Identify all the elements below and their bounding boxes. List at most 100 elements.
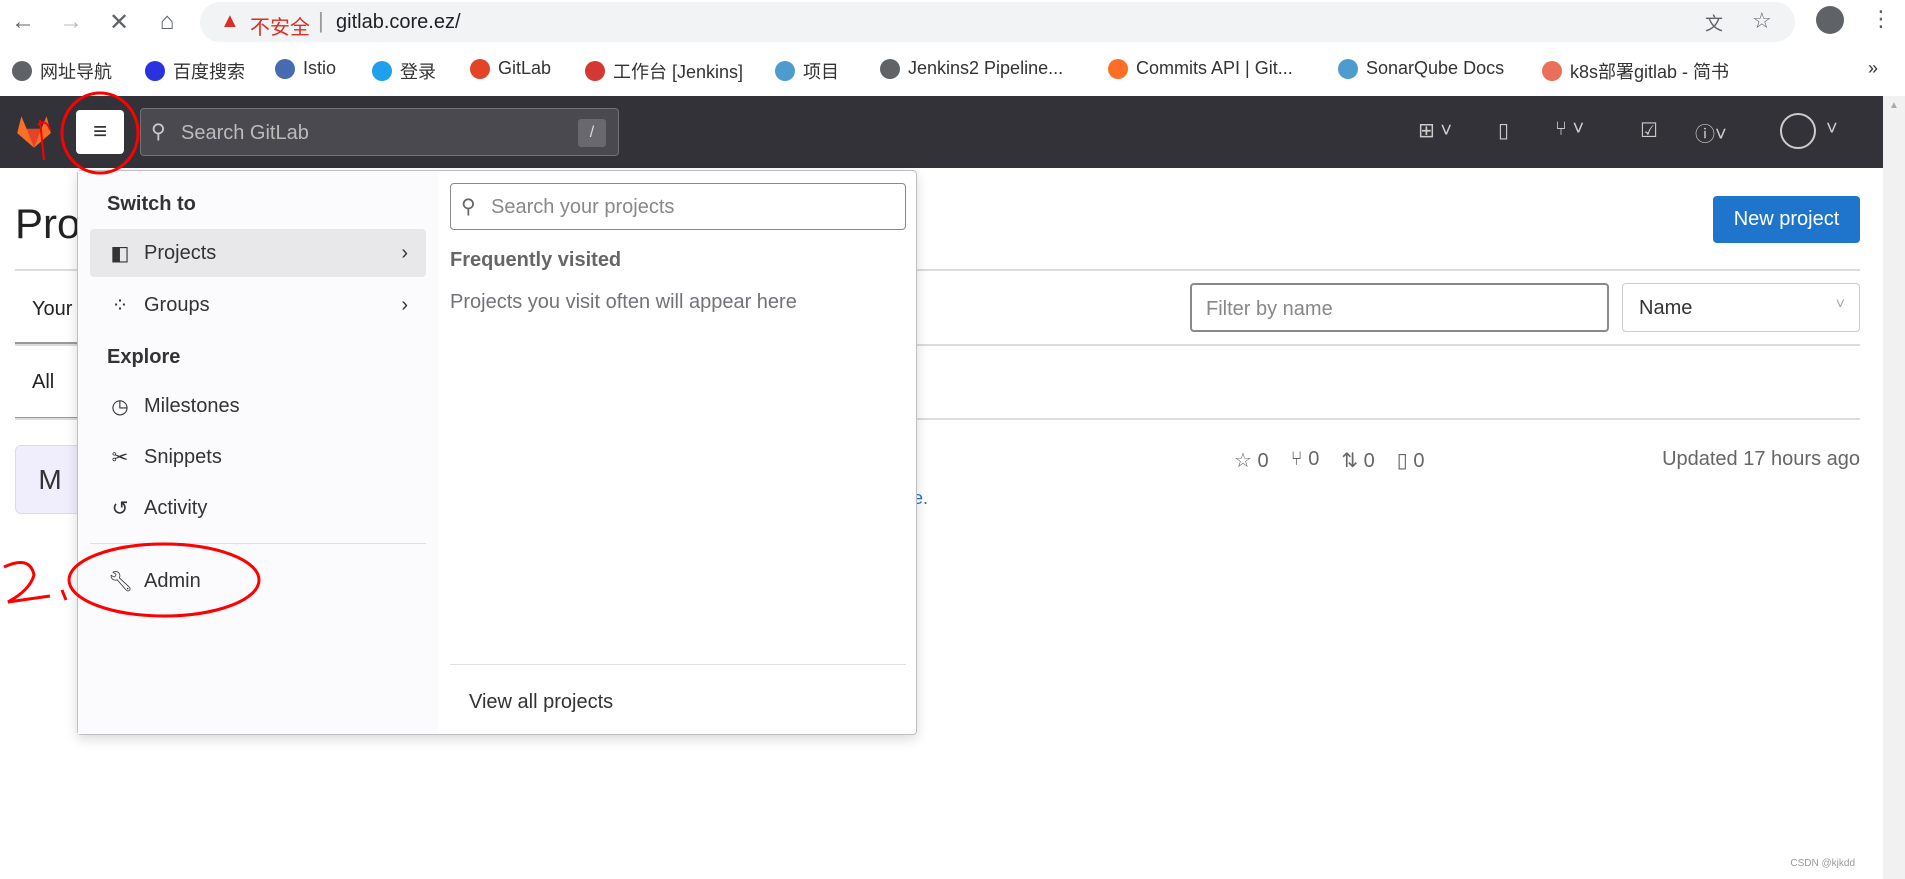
sort-select[interactable]: Name ˅ <box>1622 283 1860 332</box>
globe-icon <box>12 61 32 81</box>
baidu-paw-icon <box>145 61 165 81</box>
menu-item-milestones[interactable]: ◷ Milestones <box>90 382 426 430</box>
bookmark-label: 百度搜索 <box>173 62 245 82</box>
filter-by-name-input[interactable]: Filter by name <box>1190 283 1609 332</box>
menu-item-projects[interactable]: ◧ Projects › <box>90 229 426 277</box>
help-icon[interactable]: ⓘ˅ <box>1695 118 1727 147</box>
bookmark-item[interactable]: 百度搜索 <box>145 58 245 84</box>
profile-icon[interactable] <box>1816 6 1844 34</box>
search-icon: ⚲ <box>461 196 476 218</box>
menu-item-groups[interactable]: ⁘ Groups › <box>90 281 426 329</box>
tab-your-projects[interactable]: Your <box>32 298 72 321</box>
bookmark-label: 项目 <box>803 62 839 82</box>
istio-sail-icon <box>275 58 295 79</box>
menu-item-admin[interactable]: 🔧︎ Admin <box>90 557 426 605</box>
bookmark-item[interactable]: k8s部署gitlab - 简书 <box>1542 58 1729 84</box>
gitlab-logo-icon[interactable] <box>13 110 55 152</box>
search-icon: ⚲ <box>151 121 166 143</box>
project-avatar[interactable]: M <box>15 445 85 514</box>
gitlab-docs-icon <box>1108 58 1128 79</box>
new-project-button[interactable]: New project <box>1713 196 1860 243</box>
menu-item-snippets[interactable]: ✂ Snippets <box>90 433 426 481</box>
fork-count[interactable]: ⑂ 0 <box>1291 448 1320 473</box>
bookmark-item[interactable]: 项目 <box>775 58 839 84</box>
bookmarks-bar: 网址导航 百度搜索 Istio 登录 GitLab 工作台 [Jenkins] 项目 Jenk… <box>0 48 1905 92</box>
forward-icon[interactable]: → <box>56 8 86 36</box>
chevron-right-icon: › <box>401 241 408 264</box>
sort-value: Name <box>1639 297 1693 319</box>
back-icon[interactable]: ← <box>8 8 38 36</box>
jianshu-icon <box>1542 61 1562 81</box>
search-projects-input[interactable]: ⚲ Search your projects <box>450 183 906 230</box>
bookmark-label: 网址导航 <box>40 62 112 82</box>
group-icon: ⁘ <box>111 294 129 317</box>
project-icon: ◧ <box>110 242 130 265</box>
merge-requests-icon[interactable]: ⑂ ˅ <box>1555 118 1584 141</box>
stop-icon[interactable]: ✕ <box>104 8 134 37</box>
globe-icon <box>880 58 900 79</box>
home-icon[interactable]: ⌂ <box>152 8 182 36</box>
search-shortcut-badge: / <box>578 119 606 147</box>
user-avatar[interactable] <box>1780 113 1816 149</box>
bookmark-label: 登录 <box>400 62 436 82</box>
gitlab-header: ≡ ⚲ Search GitLab / ⊞ ˅ ▯ ⑂ ˅ ☑ ⓘ˅ ˅ <box>0 96 1883 168</box>
merge-request-icon: ⇅ <box>1341 450 1359 472</box>
browser-toolbar: ← → ✕ ⌂ ▲ 不安全 | gitlab.core.ez/ 文 ☆ ⋮ <box>0 0 1905 48</box>
todo-icon[interactable]: ☑ <box>1640 118 1658 143</box>
clock-icon: ◷ <box>111 395 129 418</box>
more-menu-icon[interactable]: ⋮ <box>1870 6 1892 32</box>
bookmark-item[interactable]: GitLab <box>470 58 551 79</box>
create-new-icon[interactable]: ⊞ ˅ <box>1418 118 1452 143</box>
menu-item-activity[interactable]: ↺ Activity <box>90 484 426 532</box>
switch-to-heading: Switch to <box>107 193 196 215</box>
bookmark-label: Istio <box>303 58 337 78</box>
bookmark-item[interactable]: SonarQube Docs <box>1338 58 1504 79</box>
gitlab-fox-icon <box>470 58 490 79</box>
bookmark-label: Jenkins2 Pipeline... <box>908 58 1064 78</box>
bookmark-item[interactable]: 网址导航 <box>12 58 112 84</box>
scrollbar[interactable]: ▲ <box>1883 96 1905 879</box>
hamburger-menu-button[interactable]: ≡ <box>76 110 124 154</box>
star-icon[interactable]: ☆ <box>1752 8 1772 34</box>
filter-placeholder: Filter by name <box>1206 298 1333 320</box>
bookmark-label: SonarQube Docs <box>1366 58 1505 78</box>
menu-left-panel: Switch to ◧ Projects › ⁘ Groups › Explore ◷ M… <box>78 171 438 734</box>
merge-request-count[interactable]: ⇅ 0 <box>1341 448 1374 473</box>
translate-icon[interactable]: 文 <box>1705 10 1723 36</box>
bookmark-item[interactable]: Commits API | Git... <box>1108 58 1293 79</box>
watermark: CSDN @kjkdd <box>1790 858 1855 869</box>
divider <box>90 543 426 544</box>
bookmarks-overflow-button[interactable]: » <box>1868 58 1878 79</box>
bookmark-label: 工作台 [Jenkins] <box>613 62 744 82</box>
project-stats: ☆ 0 ⑂ 0 ⇅ 0 ▯ 0 <box>1234 448 1424 473</box>
issue-icon: ▯ <box>1396 450 1408 472</box>
history-icon: ↺ <box>111 497 129 520</box>
sonar-waves-icon <box>1338 58 1358 79</box>
updated-timestamp: Updated 17 hours ago <box>1662 448 1860 470</box>
fork-icon: ⑂ <box>1290 448 1303 470</box>
chevron-down-icon: ˅ <box>1835 296 1845 313</box>
issue-count[interactable]: ▯ 0 <box>1397 448 1425 473</box>
bookmark-item[interactable]: Jenkins2 Pipeline... <box>880 58 1063 79</box>
star-count[interactable]: ☆ 0 <box>1234 448 1269 473</box>
search-placeholder: Search GitLab <box>181 122 309 144</box>
divider <box>450 664 906 665</box>
bookmark-label: k8s部署gitlab - 简书 <box>1570 62 1730 82</box>
bookmark-item[interactable]: Istio <box>275 58 336 79</box>
jenkins-icon <box>585 61 605 81</box>
bookmark-label: Commits API | Git... <box>1136 58 1293 78</box>
tab-all[interactable]: All <box>32 371 54 394</box>
address-bar[interactable]: ▲ 不安全 | gitlab.core.ez/ 文 ☆ <box>200 2 1795 42</box>
divider: | <box>318 8 324 33</box>
view-all-projects-link[interactable]: View all projects <box>469 691 613 714</box>
frequently-visited-heading: Frequently visited <box>450 249 622 271</box>
bookmark-item[interactable]: 工作台 [Jenkins] <box>585 58 743 84</box>
search-gitlab-input[interactable]: ⚲ Search GitLab / <box>140 108 619 156</box>
bookmark-item[interactable]: 登录 <box>372 58 436 84</box>
url-text[interactable]: gitlab.core.ez/ <box>336 11 461 34</box>
security-label: 不安全 <box>250 17 310 39</box>
bookmark-label: GitLab <box>498 58 552 78</box>
chevron-down-icon[interactable]: ˅ <box>1826 118 1838 141</box>
issues-icon[interactable]: ▯ <box>1498 118 1509 143</box>
chevron-right-icon: › <box>401 293 408 316</box>
